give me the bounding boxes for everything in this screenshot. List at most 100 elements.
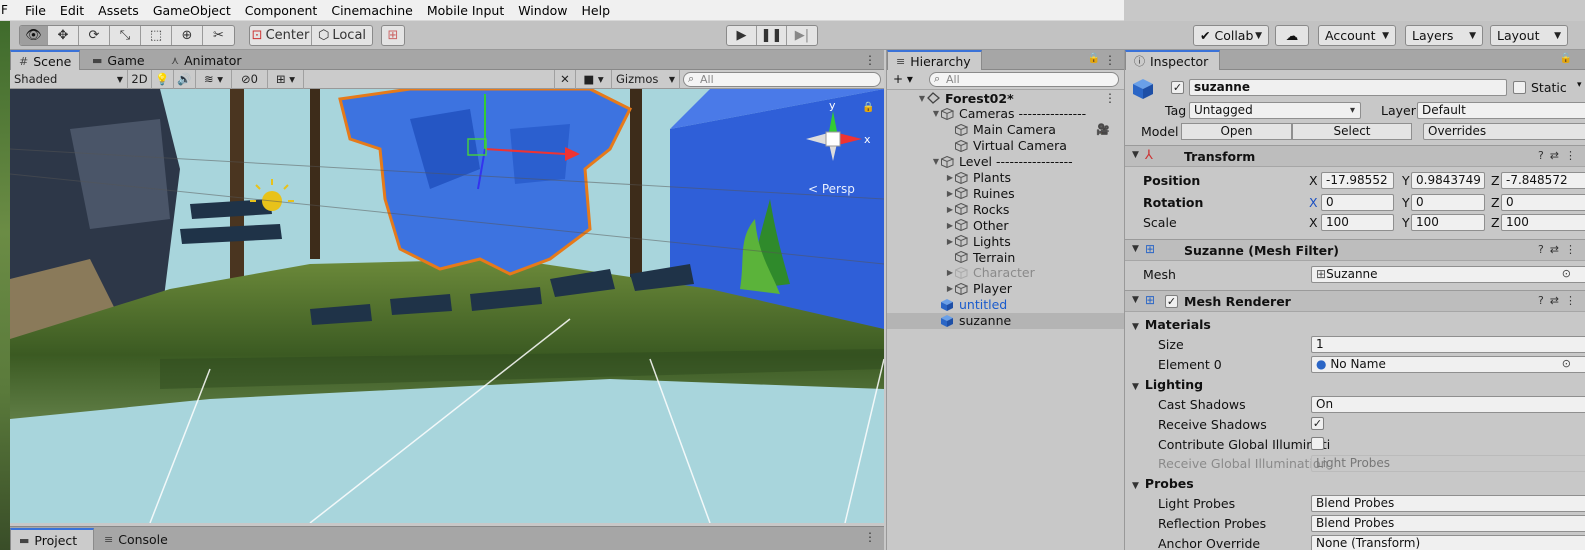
position-x-field[interactable]: -17.98552 (1321, 172, 1394, 189)
rotation-x-field[interactable]: 0 (1321, 194, 1394, 211)
expanded-arrow-icon[interactable]: ▼ (931, 157, 941, 166)
create-button[interactable]: + ▾ (893, 72, 913, 86)
component-menu-icons[interactable]: ?⇄⋮ (1538, 243, 1582, 256)
lighting-toggle-icon[interactable]: 💡 (152, 69, 174, 89)
layout-dropdown[interactable]: Layout ▼ (1490, 25, 1568, 46)
expanded-arrow-icon[interactable]: ▼ (917, 94, 927, 103)
anchor-override-field[interactable]: None (Transform) (1311, 535, 1585, 550)
hierarchy-row-virtual[interactable]: Virtual Camera (887, 138, 1124, 154)
rotation-y-field[interactable]: 0 (1411, 194, 1485, 211)
view-tool-eye-icon[interactable]: 👁 (20, 26, 48, 45)
toggle-2d-button[interactable]: 2D (128, 69, 152, 89)
shading-mode-dropdown[interactable]: Shaded ▼ (10, 69, 128, 89)
mesh-renderer-enabled-checkbox[interactable]: ✓ (1165, 295, 1178, 308)
hidden-objects-toggle[interactable]: ⊘ 0 (232, 69, 268, 89)
lock-icon[interactable]: 🔒 (1088, 53, 1100, 64)
rect-tool-icon[interactable]: ⬚ (141, 26, 172, 45)
hierarchy-row-suzanne[interactable]: suzanne (887, 312, 1124, 329)
tab-console[interactable]: ≡ Console (96, 528, 176, 550)
pivot-center-button[interactable]: ⊡ Center (250, 26, 312, 45)
audio-toggle-icon[interactable]: 🔊 (174, 69, 196, 89)
grid-snap-icon[interactable]: ⊞ (382, 26, 404, 45)
tab-project[interactable]: ▬ Project (10, 528, 94, 550)
materials-foldout[interactable]: ▼ Materials (1125, 317, 1585, 332)
mesh-renderer-component-header[interactable]: ▼ ⊞ ✓ Mesh Renderer ?⇄⋮ (1125, 290, 1585, 312)
play-icon[interactable]: ▶ (727, 26, 757, 45)
scene-search-input[interactable]: All (683, 71, 881, 87)
menu-item-gameobject[interactable]: GameObject (146, 0, 238, 21)
cloud-button[interactable]: ☁ (1275, 25, 1309, 46)
component-menu-icons[interactable]: ?⇄⋮ (1538, 149, 1582, 162)
hierarchy-row-terrain[interactable]: Terrain (887, 249, 1124, 265)
custom-tool-icon[interactable]: ✂ (203, 26, 234, 45)
hierarchy-row-other[interactable]: ▶ Other (887, 217, 1124, 233)
menu-item-mobile-input[interactable]: Mobile Input (420, 0, 511, 21)
collapsed-arrow-icon[interactable]: ▶ (945, 284, 955, 293)
tab-scene[interactable]: # Scene (10, 50, 80, 70)
hierarchy-row-player[interactable]: ▶ Player (887, 281, 1124, 297)
active-checkbox[interactable]: ✓ (1171, 81, 1184, 94)
lighting-foldout[interactable]: ▼ Lighting (1125, 377, 1585, 392)
open-button[interactable]: Open (1181, 123, 1292, 140)
menu-item-edit[interactable]: Edit (53, 0, 91, 21)
transform-component-header[interactable]: ▼ ⅄ Transform ?⇄⋮ (1125, 145, 1585, 167)
select-button[interactable]: Select (1292, 123, 1412, 140)
light-probes-dropdown[interactable]: Blend Probes (1311, 495, 1585, 512)
tab-game[interactable]: ▬ Game (84, 50, 153, 70)
collapsed-arrow-icon[interactable]: ▶ (945, 237, 955, 246)
tag-dropdown[interactable]: Untagged (1189, 102, 1361, 119)
probes-foldout[interactable]: ▼ Probes (1125, 476, 1585, 491)
layers-dropdown[interactable]: Layers ▼ (1405, 25, 1483, 46)
mesh-filter-component-header[interactable]: ▼ ⊞ Suzanne (Mesh Filter) ?⇄⋮ (1125, 239, 1585, 261)
move-tool-icon[interactable]: ✥ (48, 26, 79, 45)
layer-dropdown[interactable]: Default (1417, 102, 1585, 119)
tab-animator[interactable]: ⋏ Animator (163, 50, 250, 70)
gizmos-dropdown[interactable]: Gizmos ▼ (612, 69, 680, 89)
rotation-z-field[interactable]: 0 (1501, 194, 1585, 211)
collapsed-arrow-icon[interactable]: ▶ (945, 205, 955, 214)
receive-shadows-checkbox[interactable]: ✓ (1311, 417, 1324, 430)
hierarchy-row-level[interactable]: ▼ Level ----------------- (887, 154, 1124, 170)
tab-inspector[interactable]: ⓘ Inspector (1125, 50, 1220, 70)
hierarchy-row-ruines[interactable]: ▶ Ruines (887, 185, 1124, 201)
menu-item-cinemachine[interactable]: Cinemachine (324, 0, 420, 21)
menu-item-file[interactable]: File (18, 0, 53, 21)
pause-icon[interactable]: ❚❚ (757, 26, 787, 45)
collapsed-arrow-icon[interactable]: ▶ (945, 268, 955, 277)
scale-z-field[interactable]: 100 (1501, 214, 1585, 231)
account-dropdown[interactable]: Account ▼ (1318, 25, 1396, 46)
kebab-menu-icon[interactable]: ⋮ (1104, 53, 1116, 67)
rotate-tool-icon[interactable]: ⟳ (79, 26, 110, 45)
contribute-gi-checkbox[interactable] (1311, 437, 1324, 450)
kebab-menu-icon[interactable]: ⋮ (864, 53, 876, 67)
hierarchy-search-input[interactable]: All (929, 72, 1119, 87)
lock-icon[interactable]: 🔒 (1560, 53, 1572, 64)
hierarchy-row-plants[interactable]: ▶ Plants (887, 170, 1124, 186)
position-z-field[interactable]: -7.848572 (1501, 172, 1585, 189)
hierarchy-row-forest02[interactable]: ▼ Forest02* ⋮ (887, 90, 1124, 106)
camera-dropdown-icon[interactable]: ■ ▾ (576, 69, 612, 89)
cast-shadows-dropdown[interactable]: On (1311, 396, 1585, 413)
hierarchy-row-character[interactable]: ▶ Character (887, 265, 1124, 281)
collapsed-arrow-icon[interactable]: ▶ (945, 189, 955, 198)
collapsed-arrow-icon[interactable]: ▶ (945, 221, 955, 230)
menu-item-window[interactable]: Window (511, 0, 574, 21)
hierarchy-row-lights[interactable]: ▶ Lights (887, 233, 1124, 249)
menu-item-help[interactable]: Help (575, 0, 618, 21)
size-field[interactable]: 1 (1311, 336, 1585, 353)
transform-tool-icon[interactable]: ⊕ (172, 26, 203, 45)
static-checkbox[interactable] (1513, 81, 1526, 94)
tab-hierarchy[interactable]: ≡ Hierarchy (887, 50, 982, 70)
scale-y-field[interactable]: 100 (1411, 214, 1485, 231)
reflection-probes-dropdown[interactable]: Blend Probes (1311, 515, 1585, 532)
menu-item-component[interactable]: Component (238, 0, 325, 21)
hierarchy-row-main[interactable]: Main Camera 🎥 (887, 122, 1124, 138)
scale-tool-icon[interactable]: ⤡ (110, 26, 141, 45)
scale-x-field[interactable]: 100 (1321, 214, 1394, 231)
collab-dropdown[interactable]: ✔ Collab ▼ (1193, 25, 1269, 46)
object-name-input[interactable]: suzanne (1189, 79, 1507, 96)
kebab-menu-icon[interactable]: ⋮ (1104, 91, 1116, 105)
pivot-local-button[interactable]: ⬡ Local (312, 26, 372, 45)
hierarchy-row-rocks[interactable]: ▶ Rocks (887, 201, 1124, 217)
mesh-object-field[interactable]: ⊞Suzanne (1311, 266, 1585, 283)
